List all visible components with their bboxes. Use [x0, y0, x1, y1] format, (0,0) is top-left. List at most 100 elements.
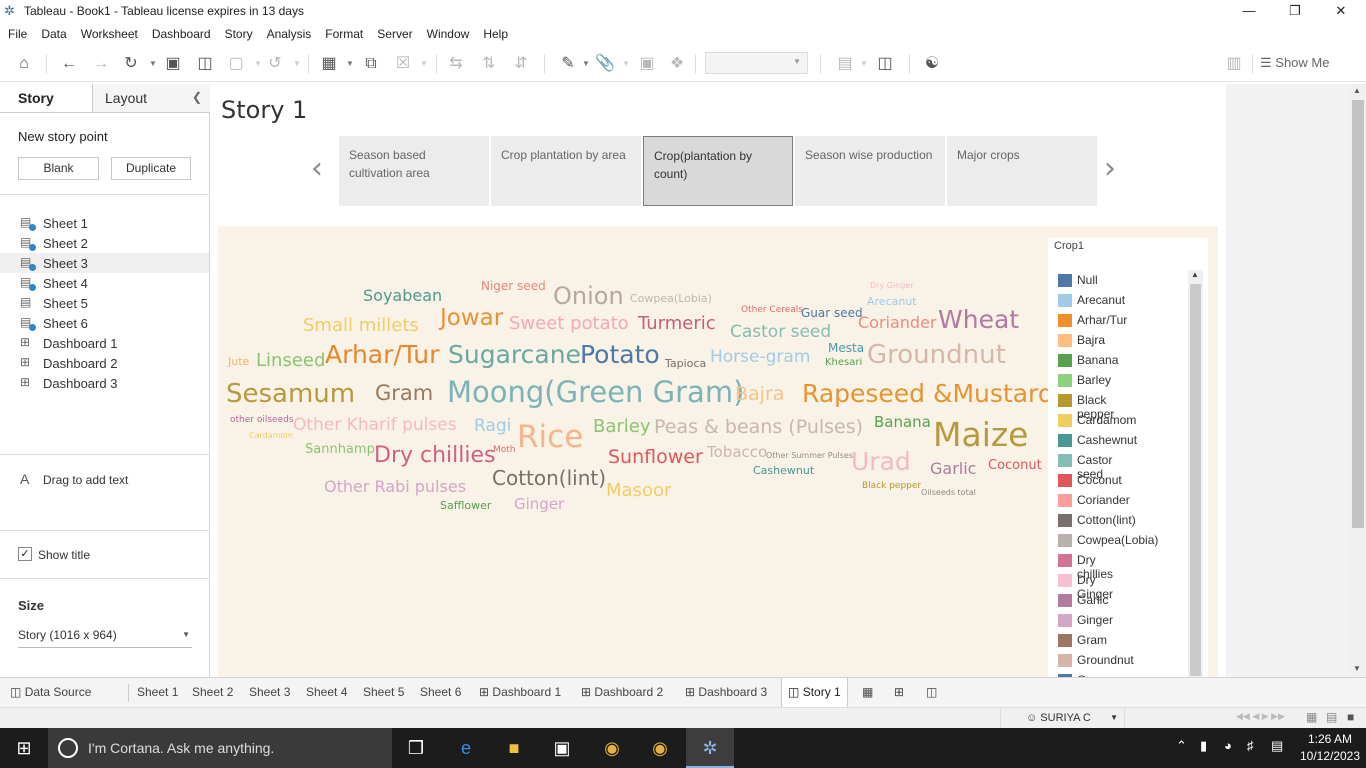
blank-button[interactable]: Blank: [18, 157, 99, 180]
restore-button[interactable]: ❐: [1272, 0, 1318, 22]
tab-sheet-2[interactable]: Sheet 2: [186, 678, 239, 707]
word-cloud-mark[interactable]: other oilseeds: [230, 416, 294, 425]
word-cloud-mark[interactable]: Arhar/Tur: [325, 342, 439, 367]
word-cloud-mark[interactable]: Wheat: [938, 307, 1019, 332]
word-cloud-mark[interactable]: Tapioca: [665, 358, 706, 369]
menu-format[interactable]: Format: [317, 24, 369, 44]
word-cloud-mark[interactable]: Rapeseed &Mustard: [802, 381, 1054, 406]
word-cloud-mark[interactable]: Black pepper: [862, 482, 921, 491]
word-cloud-mark[interactable]: Guar seed: [801, 307, 863, 319]
tab-story[interactable]: Story: [18, 90, 54, 106]
word-cloud-mark[interactable]: Ragi: [474, 418, 511, 435]
word-cloud-mark[interactable]: Jute: [228, 356, 249, 367]
story-point[interactable]: Season wise production: [795, 136, 945, 206]
word-cloud-mark[interactable]: Masoor: [606, 482, 671, 500]
word-cloud-mark[interactable]: Other Cereals: [741, 306, 803, 315]
duplicate-button[interactable]: Duplicate: [111, 157, 191, 180]
sort-ascending-icon[interactable]: ⇅: [479, 54, 499, 74]
tab-sheet-4[interactable]: Sheet 4: [300, 678, 353, 707]
windows-start-icon[interactable]: ⊞: [0, 728, 48, 768]
tab-sheet-1[interactable]: Sheet 1: [131, 678, 184, 707]
new-worksheet-tab-icon[interactable]: ▦: [856, 678, 879, 707]
story-point[interactable]: Crop plantation by area: [491, 136, 641, 206]
word-cloud-mark[interactable]: Coconut: [988, 459, 1042, 472]
sheet-list-item[interactable]: ▤ Sheet 3: [0, 253, 209, 273]
word-cloud-mark[interactable]: Maize: [933, 418, 1029, 451]
tab-sheet-6[interactable]: Sheet 6: [414, 678, 467, 707]
text-object-icon[interactable]: A: [20, 471, 29, 487]
word-cloud-mark[interactable]: Moong(Green Gram): [447, 378, 744, 407]
word-cloud-mark[interactable]: Castor seed: [730, 324, 831, 341]
new-dashboard-tab-icon[interactable]: ⊞: [888, 678, 910, 707]
show-title-checkbox[interactable]: ✓: [18, 547, 32, 561]
word-cloud-mark[interactable]: Banana: [874, 415, 931, 430]
next-story-point-icon[interactable]: ›: [1104, 151, 1116, 186]
tableau-taskbar-icon[interactable]: ✲: [686, 728, 734, 768]
menu-help[interactable]: Help: [475, 24, 514, 44]
word-cloud-mark[interactable]: Onion: [553, 284, 624, 308]
menu-worksheet[interactable]: Worksheet: [73, 24, 144, 44]
chevron-down-icon[interactable]: ▼: [254, 54, 262, 74]
save-icon[interactable]: ▣: [163, 54, 183, 74]
volume-icon[interactable]: ♯: [1247, 738, 1254, 753]
swap-rows-columns-icon[interactable]: ⇆: [446, 54, 466, 74]
word-cloud-mark[interactable]: Other Kharif pulses: [293, 417, 457, 434]
scroll-down-icon[interactable]: ▼: [1353, 664, 1361, 673]
word-cloud-mark[interactable]: Groundnut: [867, 342, 1006, 368]
menu-story[interactable]: Story: [217, 24, 259, 44]
tab-layout[interactable]: Layout: [105, 90, 147, 106]
word-cloud-mark[interactable]: Jowar: [440, 307, 503, 330]
story-point[interactable]: Season based cultivation area: [339, 136, 489, 206]
edge-icon[interactable]: e: [442, 728, 490, 768]
tab-story-1[interactable]: ◫ Story 1: [781, 678, 848, 707]
word-cloud-mark[interactable]: Bajra: [735, 385, 784, 404]
chevron-down-icon[interactable]: ▼: [582, 54, 590, 74]
vertical-scrollbar[interactable]: ▲ ▼: [1350, 84, 1366, 677]
fit-dropdown[interactable]: ▼: [705, 52, 808, 74]
word-cloud-mark[interactable]: Niger seed: [481, 280, 546, 292]
scrollbar-thumb[interactable]: [1352, 100, 1364, 528]
sheet-list-item[interactable]: ⊞ Dashboard 1: [0, 333, 209, 353]
wifi-icon[interactable]: ◕: [1224, 738, 1232, 753]
tab-dashboard-1[interactable]: ⊞ Dashboard 1: [473, 678, 567, 707]
sheet-list-item[interactable]: ⊞ Dashboard 2: [0, 353, 209, 373]
word-cloud-mark[interactable]: Barley: [593, 418, 651, 436]
clock-time[interactable]: 1:26 AM: [1300, 732, 1360, 746]
sheet-list-item[interactable]: ▤ Sheet 6: [0, 313, 209, 333]
word-cloud-mark[interactable]: Garlic: [930, 461, 976, 477]
scrollbar-thumb[interactable]: [1190, 284, 1201, 676]
word-cloud-mark[interactable]: Moth: [493, 446, 516, 455]
story-point-selected[interactable]: Crop(plantation by count): [643, 136, 793, 206]
word-cloud-mark[interactable]: Gram: [375, 383, 433, 404]
word-cloud-mark[interactable]: Potato: [580, 342, 660, 367]
word-cloud-mark[interactable]: Sannhamp: [305, 443, 375, 456]
file-explorer-icon[interactable]: ■: [490, 728, 538, 768]
chevron-down-icon[interactable]: ▼: [420, 54, 428, 74]
word-cloud-mark[interactable]: Horse-gram: [710, 349, 810, 366]
redo-icon[interactable]: →: [91, 54, 111, 74]
word-cloud-mark[interactable]: Sesamum: [226, 381, 355, 407]
word-cloud-mark[interactable]: Other Rabi pulses: [324, 479, 466, 495]
show-sheet-sorter-icon[interactable]: ▦: [1306, 710, 1317, 724]
new-data-source-icon[interactable]: ◫: [195, 54, 215, 74]
word-cloud-mark[interactable]: Safflower: [440, 500, 491, 511]
home-icon[interactable]: ⌂: [14, 54, 34, 74]
cortana-search-box[interactable]: I'm Cortana. Ask me anything.: [48, 728, 392, 768]
word-cloud-mark[interactable]: Mesta: [828, 342, 864, 354]
minimize-button[interactable]: —: [1226, 0, 1272, 22]
menu-data[interactable]: Data: [33, 24, 72, 44]
sheet-list-item[interactable]: ▤ Sheet 5: [0, 293, 209, 313]
presentation-mode-icon[interactable]: ◫: [875, 54, 895, 74]
word-cloud-mark[interactable]: Arecanut: [867, 296, 917, 307]
word-cloud-mark[interactable]: Sunflower: [608, 448, 703, 467]
story-point[interactable]: Major crops: [947, 136, 1097, 206]
sort-descending-icon[interactable]: ⇵: [511, 54, 531, 74]
user-menu[interactable]: ☺ SURIYA C ▼: [1000, 708, 1125, 728]
chrome-icon[interactable]: ◉: [588, 728, 636, 768]
word-cloud-mark[interactable]: Other Summer Pulses: [766, 452, 853, 460]
word-cloud-mark[interactable]: Cotton(lint): [492, 468, 606, 488]
menu-window[interactable]: Window: [419, 24, 476, 44]
clear-sheet-icon[interactable]: ☒: [393, 54, 413, 74]
show-cards-icon[interactable]: ▤: [835, 54, 855, 74]
drag-to-add-text[interactable]: Drag to add text: [43, 473, 128, 487]
